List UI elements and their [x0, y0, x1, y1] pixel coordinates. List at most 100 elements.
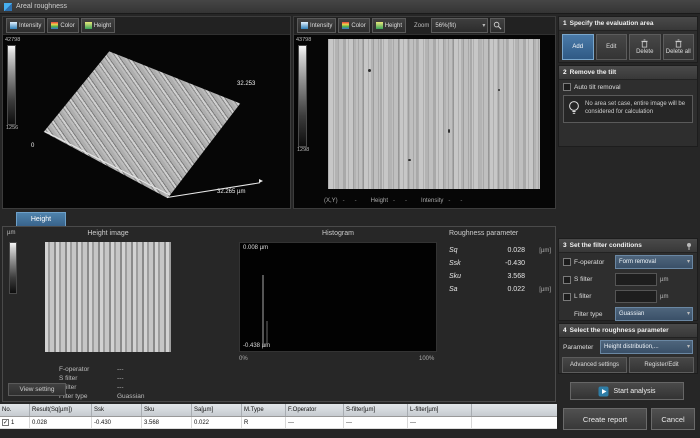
- height-mode-button[interactable]: Height: [81, 18, 115, 33]
- col-header-mtype[interactable]: M.Type: [242, 404, 286, 416]
- surface-3d-sheet: [39, 45, 273, 203]
- intensity-mode-button[interactable]: Intensity: [6, 18, 45, 33]
- delete-all-label: Delete all: [666, 49, 691, 55]
- param-name: Sku: [449, 273, 473, 280]
- edit-label: Edit: [606, 44, 616, 50]
- color-mode-button[interactable]: Color: [47, 18, 78, 33]
- color-mode-label: Color: [351, 23, 365, 29]
- section-roughness-parameter: 4 Select the roughness parameter Paramet…: [558, 323, 698, 374]
- param-name: Ssk: [449, 260, 473, 267]
- param-value: -0.430: [473, 260, 525, 267]
- col-header-no[interactable]: No.: [0, 404, 30, 416]
- delete-button[interactable]: Delete: [629, 34, 661, 60]
- col-header-sa[interactable]: Sa[µm]: [192, 404, 242, 416]
- surface-2d-image[interactable]: [328, 39, 540, 189]
- f-operator-select[interactable]: Form removal ▾: [615, 255, 693, 269]
- section-3-header: 3 Set the filter conditions: [559, 239, 697, 253]
- filter-type-select[interactable]: Guassian ▾: [615, 307, 693, 321]
- s-filter-input[interactable]: [615, 273, 657, 286]
- xy-value: - -: [343, 198, 357, 204]
- col-header-ssk[interactable]: Ssk: [92, 404, 142, 416]
- param-value: 3.568: [473, 273, 525, 280]
- chevron-down-icon: ▾: [687, 311, 690, 317]
- start-analysis-button[interactable]: Start analysis: [570, 382, 684, 400]
- cell-lfilter: ---: [408, 417, 472, 428]
- zoom-select[interactable]: 56%(fit) ▾: [431, 18, 488, 33]
- results-table-header: No. Result(Sq[µm]) Ssk Sku Sa[µm] M.Type…: [0, 404, 557, 417]
- col-header-lfilter[interactable]: L-filter[µm]: [408, 404, 472, 416]
- scale-min-label: 1256: [6, 125, 18, 131]
- l-filter-checkbox[interactable]: [563, 293, 571, 301]
- surface-speck: [368, 69, 371, 72]
- row-checkbox[interactable]: ✓: [2, 419, 9, 426]
- intensity-icon: [10, 22, 17, 29]
- delete-all-button[interactable]: Delete all: [663, 34, 695, 60]
- col-header-result-sq[interactable]: Result(Sq[µm]): [30, 404, 92, 416]
- intensity-mode-button[interactable]: Intensity: [297, 18, 336, 33]
- height-mode-button[interactable]: Height: [372, 18, 406, 33]
- row-no-cell: ✓ 1: [0, 417, 30, 428]
- create-report-button[interactable]: Create report: [563, 408, 647, 430]
- trash-icon: [640, 39, 649, 48]
- intensity-value: - -: [448, 198, 462, 204]
- results-table: No. Result(Sq[µm]) Ssk Sku Sa[µm] M.Type…: [0, 404, 557, 429]
- l-filter-row: L filter µm: [559, 288, 697, 305]
- section-title: Specify the evaluation area: [570, 20, 654, 27]
- s-filter-label: S filter: [574, 276, 612, 283]
- height-mode-label: Height: [94, 23, 111, 29]
- view-3d-toolbar: Intensity Color Height: [3, 17, 290, 35]
- magnifier-button[interactable]: [490, 18, 505, 33]
- areal-roughness-window: Areal roughness Intensity Color Height 4…: [0, 0, 700, 438]
- parameter-buttons: Advanced settings Register/Edit: [559, 356, 697, 376]
- create-report-label: Create report: [583, 415, 627, 424]
- surface-speck: [498, 89, 500, 91]
- auto-tilt-row: Auto tilt removal: [559, 80, 697, 94]
- section-title: Remove the tilt: [570, 69, 617, 76]
- start-analysis-label: Start analysis: [613, 388, 655, 395]
- section-title: Select the roughness parameter: [570, 327, 669, 334]
- add-label: Add: [572, 44, 583, 50]
- view-setting-button[interactable]: View setting: [8, 383, 66, 396]
- f-operator-checkbox[interactable]: [563, 258, 571, 266]
- intensity-mode-label: Intensity: [310, 23, 332, 29]
- filter-name: F-operator: [59, 366, 117, 373]
- histogram-bar: [262, 275, 264, 347]
- info-text: No area set case, entire image will be c…: [585, 101, 689, 117]
- applied-filter-info: F-operator --- S filter --- L filter ---…: [59, 365, 209, 401]
- trash-icon: [674, 39, 683, 48]
- color-icon: [51, 22, 58, 29]
- col-header-foperator[interactable]: F.Operator: [286, 404, 344, 416]
- section-number: 3: [563, 242, 567, 249]
- advanced-settings-button[interactable]: Advanced settings: [562, 357, 627, 373]
- color-mode-button[interactable]: Color: [338, 18, 369, 33]
- tab-height[interactable]: Height: [16, 212, 66, 226]
- color-scale-bar: [7, 45, 16, 125]
- surface-3d-view[interactable]: 0 32.253 32.265 µm: [39, 45, 273, 203]
- col-header-sfilter[interactable]: S-filter[µm]: [344, 404, 408, 416]
- parameter-select[interactable]: Height distribution,... ▾: [600, 340, 693, 354]
- height-mode-label: Height: [385, 23, 402, 29]
- col-header-sku[interactable]: Sku: [142, 404, 192, 416]
- auto-tilt-checkbox[interactable]: [563, 83, 571, 91]
- filter-type-value: Guassian: [619, 311, 644, 317]
- advanced-settings-label: Advanced settings: [570, 362, 619, 368]
- height-image-title: Height image: [43, 230, 173, 237]
- register-edit-button[interactable]: Register/Edit: [629, 357, 694, 373]
- pin-icon[interactable]: [685, 242, 693, 250]
- cancel-button[interactable]: Cancel: [651, 408, 695, 430]
- l-filter-input[interactable]: [615, 290, 657, 303]
- histogram-bar: [266, 321, 268, 347]
- cell-foperator: ---: [286, 417, 344, 428]
- section-number: 2: [563, 69, 567, 76]
- section-2-header: 2 Remove the tilt: [559, 66, 697, 80]
- table-row[interactable]: ✓ 1 0.028 -0.430 3.568 0.022 R --- --- -…: [0, 417, 557, 429]
- add-button[interactable]: Add: [562, 34, 594, 60]
- intensity-mode-label: Intensity: [19, 23, 41, 29]
- height-image[interactable]: [45, 242, 171, 352]
- edit-button[interactable]: Edit: [596, 34, 628, 60]
- color-mode-label: Color: [60, 23, 74, 29]
- tab-height-label: Height: [31, 216, 51, 223]
- zoom-value: 56%(fit): [435, 23, 456, 29]
- settings-column: 1 Specify the evaluation area Add Edit D…: [557, 14, 700, 438]
- s-filter-checkbox[interactable]: [563, 276, 571, 284]
